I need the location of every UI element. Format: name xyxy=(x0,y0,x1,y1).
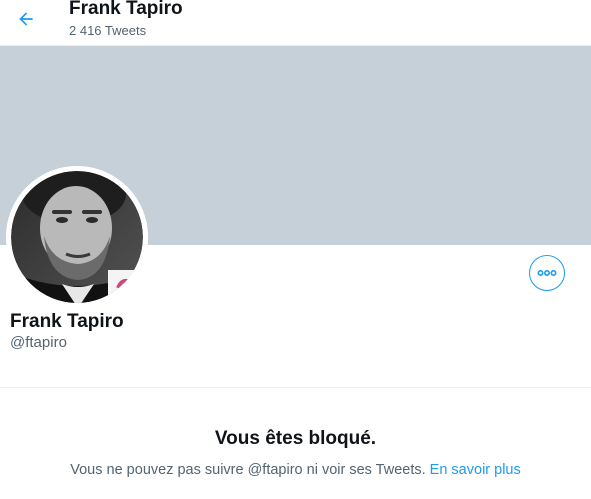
blocked-message: Vous ne pouvez pas suivre @ftapiro ni vo… xyxy=(70,462,426,478)
profile-page: Frank Tapiro 2 416 Tweets Frank Tapiro @… xyxy=(0,0,591,499)
learn-more-link[interactable]: En savoir plus xyxy=(430,462,521,478)
back-button[interactable] xyxy=(10,3,42,35)
arrow-left-icon xyxy=(19,12,33,26)
profile-name: Frank Tapiro xyxy=(10,311,124,332)
tweet-count: 2 416 Tweets xyxy=(69,23,147,38)
blocked-title: Vous êtes bloqué. xyxy=(214,428,377,449)
more-options-button[interactable] xyxy=(529,255,565,291)
divider xyxy=(0,387,591,388)
profile-header: Frank Tapiro 2 416 Tweets xyxy=(0,0,591,46)
avatar-photo xyxy=(6,166,148,308)
profile-handle: @ftapiro xyxy=(10,334,67,351)
header-title: Frank Tapiro xyxy=(69,0,183,19)
avatar[interactable] xyxy=(6,166,148,308)
more-horizontal-icon xyxy=(537,269,557,277)
blocked-message-line: Vous ne pouvez pas suivre @ftapiro ni vo… xyxy=(0,462,591,478)
